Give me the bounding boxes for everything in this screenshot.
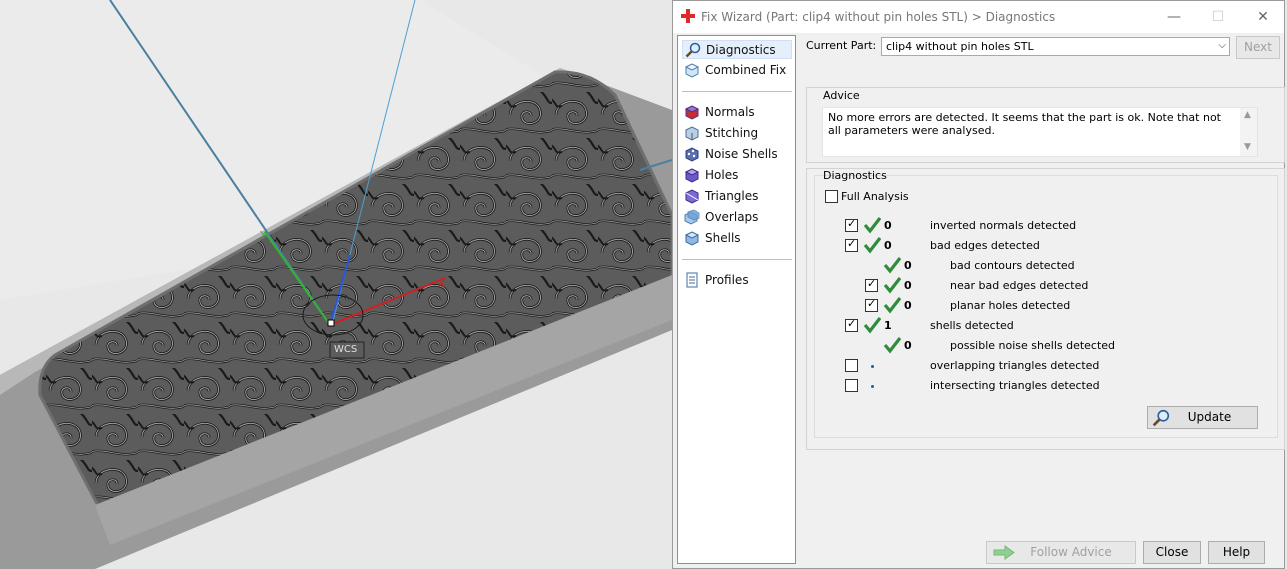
- close-button[interactable]: Close: [1143, 541, 1201, 564]
- nav-item-shells[interactable]: Shells: [682, 229, 792, 248]
- minimize-button[interactable]: —: [1159, 7, 1189, 27]
- maximize-button[interactable]: ☐: [1203, 7, 1233, 27]
- nav-item-noise-shells[interactable]: Noise Shells: [682, 145, 792, 164]
- nav-divider: [682, 91, 792, 92]
- overlapping-triangles-checkbox[interactable]: [845, 359, 858, 372]
- intersecting-triangles-checkbox[interactable]: [845, 379, 858, 392]
- magnifier-icon: [685, 42, 701, 58]
- shells-cube-icon: [684, 231, 700, 246]
- follow-advice-button[interactable]: Follow Advice: [986, 541, 1136, 564]
- overlaps-icon: [684, 209, 700, 225]
- advice-textbox[interactable]: No more errors are detected. It seems th…: [822, 107, 1258, 157]
- nav-item-label: Stitching: [705, 126, 759, 140]
- nav-item-label: Normals: [705, 105, 755, 119]
- svg-text:Y: Y: [259, 230, 267, 241]
- nav-item-normals[interactable]: Normals: [682, 103, 792, 122]
- bad-edges-count: 0: [884, 239, 892, 252]
- follow-advice-label: Follow Advice: [1030, 545, 1112, 559]
- magnifier-icon: [1152, 409, 1170, 427]
- nav-item-diagnostics[interactable]: Diagnostics: [682, 40, 792, 59]
- stitching-cube-icon: [685, 126, 699, 141]
- bad-contours-label: bad contours detected: [950, 259, 1075, 272]
- near-bad-edges-checkbox[interactable]: [865, 277, 878, 292]
- planar-holes-label: planar holes detected: [950, 299, 1071, 312]
- current-part-select[interactable]: clip4 without pin holes STL ⌵: [881, 37, 1230, 56]
- window-title: Fix Wizard (Part: clip4 without pin hole…: [701, 10, 1056, 24]
- normals-cube-icon: [684, 105, 700, 120]
- fix-wizard-dialog: Fix Wizard (Part: clip4 without pin hole…: [672, 0, 1285, 569]
- nav-item-label: Noise Shells: [705, 147, 778, 161]
- nav-item-holes[interactable]: Holes: [682, 166, 792, 185]
- title-bar[interactable]: Fix Wizard (Part: clip4 without pin hole…: [673, 1, 1284, 33]
- intersecting-triangles-label: intersecting triangles detected: [930, 379, 1100, 392]
- update-button-label: Update: [1187, 410, 1232, 424]
- wizard-nav: Diagnostics Combined Fix Normals Stitchi…: [677, 35, 796, 564]
- current-part-label: Current Part:: [806, 39, 877, 52]
- chevron-down-icon: ⌵: [1218, 40, 1226, 51]
- nav-item-stitching[interactable]: Stitching: [682, 124, 792, 143]
- noise-shells-count: 0: [904, 339, 912, 352]
- advice-scrollbar[interactable]: ▲ ▼: [1240, 108, 1257, 156]
- nav-item-label: Holes: [705, 168, 739, 182]
- inverted-normals-count: 0: [884, 219, 892, 232]
- update-button[interactable]: Update: [1147, 406, 1258, 429]
- nav-item-label: Overlaps: [705, 210, 759, 224]
- green-check-icon: [863, 217, 881, 234]
- shells-checkbox[interactable]: [845, 317, 858, 332]
- nav-item-label: Diagnostics: [706, 43, 776, 57]
- full-analysis-checkbox[interactable]: [825, 190, 838, 203]
- holes-cube-icon: [684, 168, 700, 183]
- green-check-icon: [883, 277, 901, 294]
- green-check-icon: [883, 297, 901, 314]
- red-cross-icon: [681, 9, 695, 23]
- green-check-icon: [863, 237, 881, 254]
- wcs-label: WCS: [334, 344, 358, 355]
- next-button[interactable]: Next: [1236, 36, 1280, 59]
- near-bad-edges-count: 0: [904, 279, 912, 292]
- noise-shells-label: possible noise shells detected: [950, 339, 1116, 352]
- green-check-icon: [863, 317, 881, 334]
- scroll-up-icon: ▲: [1244, 110, 1251, 120]
- full-analysis-label: Full Analysis: [841, 190, 909, 203]
- help-button[interactable]: Help: [1208, 541, 1265, 564]
- 3d-viewport[interactable]: X Y WCS: [0, 0, 672, 569]
- planar-holes-checkbox[interactable]: [865, 297, 878, 312]
- nav-item-label: Combined Fix: [705, 63, 787, 77]
- current-part-value: clip4 without pin holes STL: [886, 40, 1034, 53]
- svg-text:X: X: [438, 279, 445, 290]
- advice-text: No more errors are detected. It seems th…: [828, 111, 1221, 137]
- arrow-right-icon: [993, 545, 1015, 560]
- close-window-button[interactable]: ✕: [1248, 7, 1278, 27]
- nav-divider: [682, 259, 792, 260]
- nav-item-overlaps[interactable]: Overlaps: [682, 208, 792, 227]
- bad-edges-label: bad edges detected: [930, 239, 1040, 252]
- pending-dot-icon: [871, 365, 874, 368]
- advice-title: Advice: [823, 89, 860, 102]
- document-icon: [686, 272, 698, 288]
- shells-count: 1: [884, 319, 892, 332]
- planar-holes-count: 0: [904, 299, 912, 312]
- triangles-cube-icon: [685, 189, 699, 204]
- overlapping-triangles-label: overlapping triangles detected: [930, 359, 1100, 372]
- nav-item-combined-fix[interactable]: Combined Fix: [682, 61, 792, 80]
- nav-item-profiles[interactable]: Profiles: [682, 271, 792, 290]
- scroll-down-icon: ▼: [1244, 142, 1251, 152]
- pending-dot-icon: [871, 385, 874, 388]
- nav-item-triangles[interactable]: Triangles: [682, 187, 792, 206]
- green-check-icon: [883, 337, 901, 354]
- nav-item-label: Shells: [705, 231, 741, 245]
- diagnostics-title: Diagnostics: [823, 169, 887, 182]
- inverted-normals-checkbox[interactable]: [845, 217, 858, 232]
- near-bad-edges-label: near bad edges detected: [950, 279, 1089, 292]
- nav-item-label: Triangles: [705, 189, 759, 203]
- green-check-icon: [883, 257, 901, 274]
- bad-edges-checkbox[interactable]: [845, 237, 858, 252]
- inverted-normals-label: inverted normals detected: [930, 219, 1077, 232]
- cube-fix-icon: [684, 63, 700, 78]
- bad-contours-count: 0: [904, 259, 912, 272]
- noise-shells-icon: [685, 147, 699, 162]
- shells-label: shells detected: [930, 319, 1014, 332]
- nav-item-label: Profiles: [705, 273, 749, 287]
